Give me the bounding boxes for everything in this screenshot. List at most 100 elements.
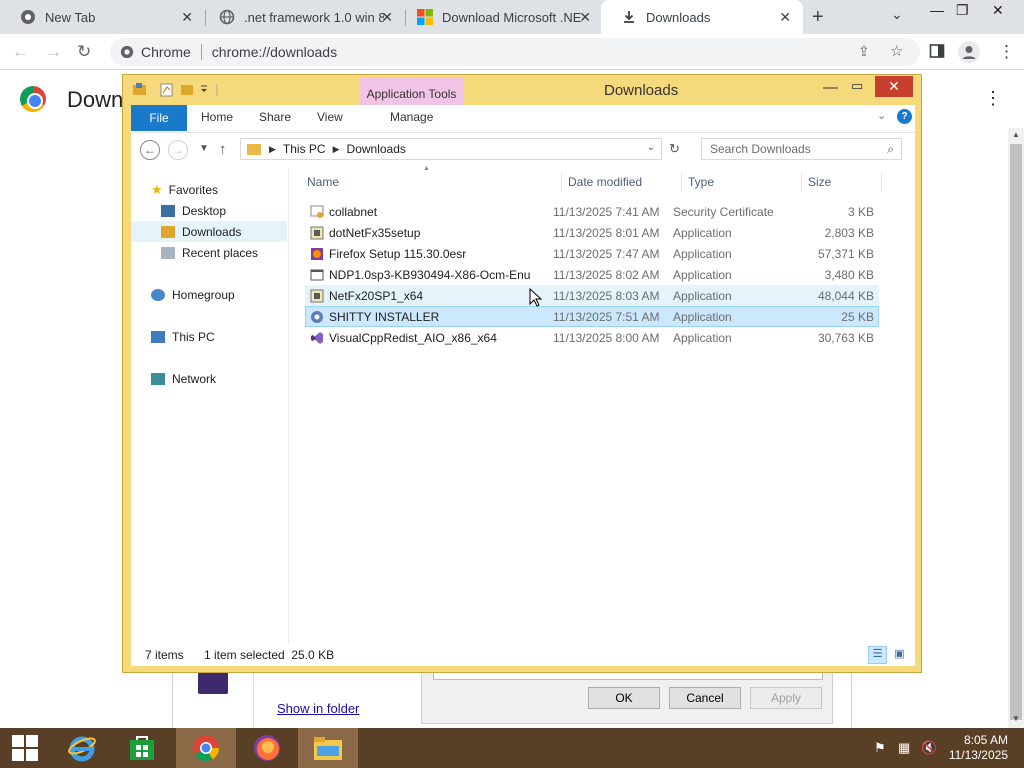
column-divider[interactable] [561, 172, 562, 192]
chevron-down-icon[interactable]: ⌄ [877, 109, 886, 122]
large-icons-view-icon[interactable]: ▣ [890, 646, 909, 664]
chevron-right-icon[interactable]: ▶ [333, 144, 340, 155]
more-menu-icon[interactable]: ⋮ [984, 88, 1002, 109]
show-in-folder-link[interactable]: Show in folder [277, 701, 359, 716]
file-row[interactable]: NetFx20SP1_x64 11/13/2025 8:03 AM Applic… [305, 285, 879, 306]
nav-recent-places[interactable]: Recent places [131, 242, 287, 263]
quick-access-toolbar[interactable] [133, 83, 219, 100]
flag-icon[interactable]: ⚑ [874, 740, 886, 756]
search-icon[interactable]: ⌕ [887, 142, 894, 157]
column-divider[interactable] [681, 172, 682, 192]
up-icon[interactable]: ↑ [219, 141, 227, 158]
cancel-button[interactable]: Cancel [669, 687, 741, 709]
file-row[interactable]: VisualCppRedist_AIO_x86_x64 11/13/2025 8… [305, 327, 879, 348]
bookmark-star-icon[interactable]: ☆ [890, 42, 903, 60]
system-clock[interactable]: 8:05 AM 11/13/2025 [948, 733, 1008, 763]
minimize-icon[interactable]: — [823, 79, 838, 96]
help-icon[interactable]: ? [897, 109, 912, 124]
column-header-name[interactable]: Name [307, 175, 339, 189]
chevron-down-icon[interactable]: ⌄ [891, 6, 903, 23]
close-icon[interactable]: ✕ [381, 9, 393, 26]
breadcrumb-this-pc[interactable]: This PC [283, 142, 326, 156]
forward-icon[interactable]: → [45, 42, 62, 62]
back-icon[interactable]: ← [12, 42, 29, 62]
maximize-icon[interactable]: ▭ [851, 78, 863, 94]
file-date: 11/13/2025 7:41 AM [553, 205, 660, 219]
refresh-icon[interactable]: ↻ [669, 141, 680, 157]
taskbar-file-explorer[interactable] [298, 728, 358, 768]
status-bar: 7 items 1 item selected 25.0 KB ☰ ▣ [131, 644, 915, 666]
clock-date: 11/13/2025 [948, 748, 1008, 762]
file-name: Firefox Setup 115.30.0esr [329, 247, 467, 261]
ribbon-tab-home[interactable]: Home [201, 110, 233, 124]
network-status-icon[interactable]: ▦ [898, 740, 910, 756]
page-scrollbar[interactable]: ▲ ▼ [1008, 128, 1024, 728]
item-count: 7 items [145, 648, 184, 662]
taskbar-chrome[interactable] [176, 728, 236, 768]
search-placeholder: Search Downloads [710, 142, 811, 156]
recent-locations-icon[interactable]: ▼ [199, 143, 209, 154]
nav-favorites[interactable]: ★ Favorites [131, 179, 287, 200]
nav-desktop[interactable]: Desktop [131, 200, 287, 221]
tab-download-microsoft[interactable]: Download Microsoft .NET ✕ [397, 0, 603, 34]
chrome-icon [20, 9, 36, 25]
close-icon[interactable]: ✕ [579, 9, 591, 26]
reload-icon[interactable]: ↻ [77, 42, 91, 62]
close-button[interactable]: ✕ [875, 76, 913, 97]
close-icon[interactable]: ✕ [779, 9, 791, 26]
file-row[interactable]: collabnet 11/13/2025 7:41 AM Security Ce… [305, 201, 879, 222]
tab-downloads[interactable]: Downloads ✕ [601, 0, 803, 34]
nav-network[interactable]: Network [131, 368, 287, 389]
details-view-icon[interactable]: ☰ [868, 646, 887, 664]
chevron-down-icon[interactable]: ⌄ [647, 142, 655, 153]
ribbon-tab-file[interactable]: File [131, 105, 187, 131]
restore-icon[interactable]: ❐ [956, 2, 969, 19]
ribbon-tab-manage[interactable]: Manage [390, 110, 433, 124]
scroll-up-icon[interactable]: ▲ [1012, 130, 1020, 139]
breadcrumb-downloads[interactable]: Downloads [347, 142, 406, 156]
minimize-icon[interactable]: — [930, 2, 944, 18]
forward-icon[interactable]: → [168, 140, 188, 160]
file-date: 11/13/2025 8:00 AM [553, 331, 660, 345]
start-button[interactable] [0, 728, 50, 768]
nav-this-pc[interactable]: This PC [131, 326, 287, 347]
column-header-size[interactable]: Size [808, 175, 831, 189]
share-icon[interactable]: ⇪ [858, 43, 870, 60]
column-header-date[interactable]: Date modified [568, 175, 642, 189]
omnibox[interactable]: Chrome chrome://downloads ⇪ ☆ [110, 38, 920, 66]
address-bar[interactable]: ▶ This PC ▶ Downloads ⌄ [240, 138, 662, 160]
column-divider[interactable] [881, 172, 882, 192]
file-row[interactable]: Firefox Setup 115.30.0esr 11/13/2025 7:4… [305, 243, 879, 264]
omnibox-url[interactable]: chrome://downloads [212, 44, 337, 60]
nav-downloads[interactable]: Downloads [131, 221, 287, 242]
file-row[interactable]: NDP1.0sp3-KB930494-X86-Ocm-Enu 11/13/202… [305, 264, 879, 285]
scrollbar-thumb[interactable] [1010, 144, 1022, 720]
ribbon-tab-view[interactable]: View [317, 110, 343, 124]
scroll-down-icon[interactable]: ▼ [1012, 714, 1020, 723]
more-menu-icon[interactable]: ⋮ [998, 42, 1015, 62]
file-size: 57,371 KB [817, 247, 874, 261]
search-input[interactable]: Search Downloads ⌕ [701, 138, 902, 160]
taskbar-internet-explorer[interactable] [52, 728, 112, 768]
back-icon[interactable]: ← [140, 140, 160, 160]
column-header-type[interactable]: Type [688, 175, 714, 189]
nav-homegroup[interactable]: Homegroup [131, 284, 287, 305]
taskbar-store[interactable] [112, 728, 172, 768]
apply-button[interactable]: Apply [750, 687, 822, 709]
file-row[interactable]: SHITTY INSTALLER 11/13/2025 7:51 AM Appl… [305, 306, 879, 327]
internet-explorer-icon [68, 736, 96, 762]
column-divider[interactable] [801, 172, 802, 192]
close-icon[interactable]: ✕ [992, 2, 1004, 19]
tab-new-tab[interactable]: New Tab ✕ [0, 0, 205, 34]
ribbon-tab-share[interactable]: Share [259, 110, 291, 124]
taskbar-firefox[interactable] [237, 728, 297, 768]
profile-avatar-icon[interactable] [958, 41, 980, 68]
tab-net-framework[interactable]: .net framework 1.0 win 8 ✕ [199, 0, 405, 34]
file-row[interactable]: dotNetFx35setup 11/13/2025 8:01 AM Appli… [305, 222, 879, 243]
side-panel-icon[interactable] [929, 43, 945, 64]
volume-muted-icon[interactable]: 🔇 [921, 740, 937, 756]
new-tab-icon[interactable]: + [812, 6, 824, 29]
ok-button[interactable]: OK [588, 687, 660, 709]
chevron-right-icon[interactable]: ▶ [269, 144, 276, 155]
close-icon[interactable]: ✕ [181, 9, 193, 26]
